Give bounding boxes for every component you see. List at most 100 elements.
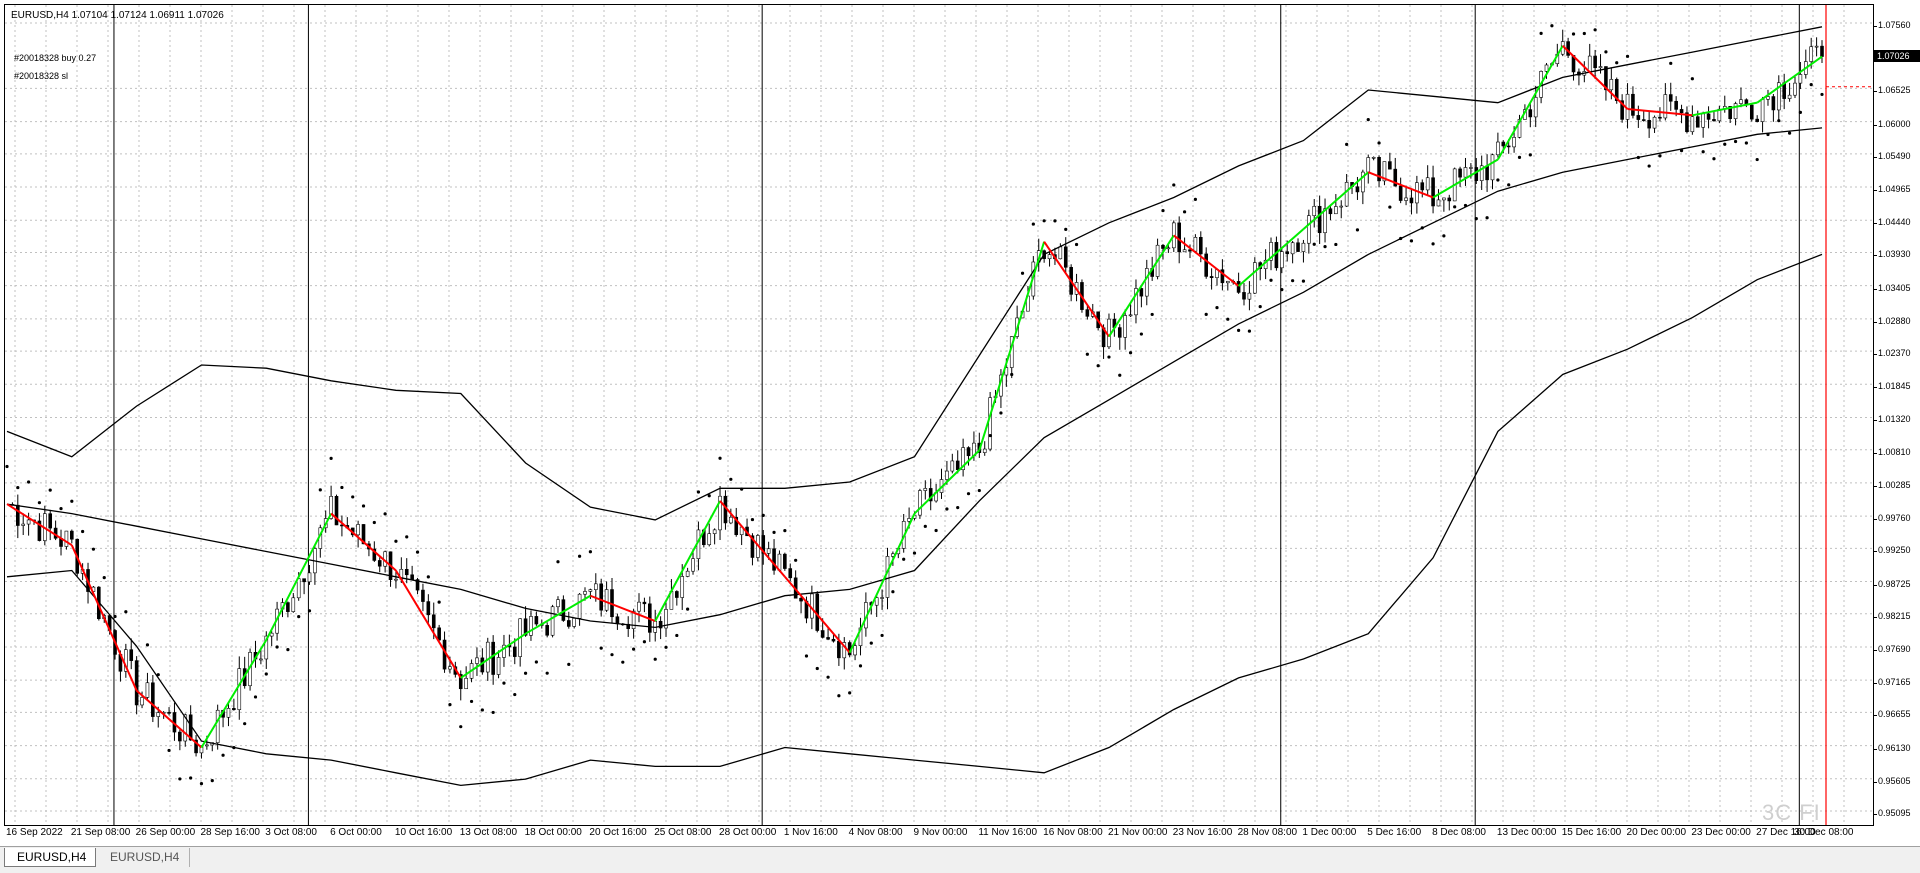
time-tick-label: 1 Dec 00:00 [1302, 827, 1356, 838]
parabolic-sar-dot [772, 531, 775, 534]
parabolic-sar-dot [697, 490, 700, 493]
candle-body [1178, 223, 1181, 252]
parabolic-sar-dot [265, 672, 268, 675]
parabolic-sar-dot [664, 646, 667, 649]
parabolic-sar-dot [513, 693, 516, 696]
candle-body [1059, 247, 1062, 259]
candle-body [303, 579, 306, 582]
parabolic-sar-dot [783, 529, 786, 532]
parabolic-sar-dot [5, 465, 8, 468]
parabolic-sar-dot [275, 645, 278, 648]
candle-body [405, 569, 408, 574]
parabolic-sar-dot [351, 495, 354, 498]
parabolic-sar-dot [1637, 156, 1640, 159]
price-tick-label: 1.00285 [1878, 480, 1911, 490]
parabolic-sar-dot [1431, 242, 1434, 245]
price-tick-mark [1874, 617, 1877, 618]
candle-body [292, 598, 295, 612]
parabolic-sar-dot [362, 504, 365, 507]
candle-body [1064, 247, 1067, 267]
zigzag-segment [1109, 235, 1174, 336]
tab-eurusd-h4-active[interactable]: EURUSD,H4 [4, 848, 96, 867]
candle-body [827, 637, 830, 639]
candle-body [1696, 117, 1699, 128]
parabolic-sar-dot [1053, 219, 1056, 222]
candle-body [605, 590, 608, 611]
parabolic-sar-dot [956, 506, 959, 509]
price-tick-mark [1874, 519, 1877, 520]
price-tick-label: 1.06525 [1878, 85, 1911, 95]
parabolic-sar-dot [654, 658, 657, 661]
price-scale[interactable]: 1.075601.065251.060001.054901.049651.044… [1874, 4, 1920, 826]
time-tick-label: 18 Oct 00:00 [525, 827, 582, 838]
parabolic-sar-dot [1280, 288, 1283, 291]
candle-body [1534, 97, 1537, 117]
price-tick-label: 1.05490 [1878, 151, 1911, 161]
time-tick-label: 5 Dec 16:00 [1367, 827, 1421, 838]
parabolic-sar-dot [567, 663, 570, 666]
candle-body [1610, 79, 1613, 89]
parabolic-sar-dot [59, 507, 62, 510]
candle-body [1642, 120, 1645, 121]
candle-body [713, 530, 716, 534]
candle-body [1432, 178, 1435, 206]
parabolic-sar-dot [1572, 32, 1575, 35]
candle-body [1658, 117, 1661, 118]
time-tick-label: 13 Dec 00:00 [1497, 827, 1557, 838]
parabolic-sar-dot [1345, 143, 1348, 146]
time-scale[interactable]: 16 Sep 202221 Sep 08:0026 Sep 00:0028 Se… [4, 826, 1874, 846]
price-tick-mark [1874, 585, 1877, 586]
parabolic-sar-dot [330, 457, 333, 460]
candle-body [1210, 276, 1213, 277]
parabolic-sar-dot [1237, 329, 1240, 332]
price-chart[interactable] [5, 5, 1873, 825]
parabolic-sar-dot [459, 725, 462, 728]
candle-body [1356, 187, 1359, 192]
candle-body [1821, 46, 1824, 56]
parabolic-sar-dot [1421, 226, 1424, 229]
candle-body [1815, 46, 1818, 47]
candle-body [821, 631, 824, 638]
candle-body [1513, 137, 1516, 147]
candle-body [573, 618, 576, 626]
zigzag-segment [979, 242, 1044, 451]
parabolic-sar-dot [243, 722, 246, 725]
zigzag-segment [655, 501, 720, 621]
tab-eurusd-h4[interactable]: EURUSD,H4 [98, 848, 190, 867]
parabolic-sar-dot [1442, 234, 1445, 237]
price-tick-mark [1874, 157, 1877, 158]
time-tick-label: 16 Nov 08:00 [1043, 827, 1103, 838]
candle-body [1086, 310, 1089, 317]
candle-body [1297, 243, 1300, 252]
candle-body [65, 531, 68, 546]
time-tick-label: 1 Nov 16:00 [784, 827, 838, 838]
candle-body [546, 625, 549, 635]
parabolic-sar-dot [1626, 55, 1629, 58]
parabolic-sar-dot [924, 525, 927, 528]
parabolic-sar-dot [405, 535, 408, 538]
parabolic-sar-dot [1669, 62, 1672, 65]
zigzag-segment [915, 450, 980, 513]
parabolic-sar-dot [978, 489, 981, 492]
time-tick-label: 10 Oct 16:00 [395, 827, 452, 838]
parabolic-sar-dot [1453, 205, 1456, 208]
parabolic-sar-dot [1205, 313, 1208, 316]
parabolic-sar-dot [49, 489, 52, 492]
parabolic-sar-dot [1226, 318, 1229, 321]
candle-body [1486, 166, 1489, 180]
time-tick-label: 28 Sep 16:00 [200, 827, 260, 838]
candle-body [616, 617, 619, 624]
price-tick-mark [1874, 782, 1877, 783]
time-tick-label: 4 Nov 08:00 [849, 827, 903, 838]
candle-body [767, 549, 770, 554]
candle-body [1502, 142, 1505, 146]
candle-body [638, 602, 641, 611]
price-tick-label: 0.98725 [1878, 579, 1911, 589]
price-tick-mark [1874, 190, 1877, 191]
chart-area[interactable]: EURUSD,H4 1.07104 1.07124 1.06911 1.0702… [4, 4, 1874, 826]
candle-body [1426, 178, 1429, 190]
parabolic-sar-dot [103, 576, 106, 579]
parabolic-sar-dot [578, 555, 581, 558]
candle-body [1588, 56, 1591, 71]
candle-body [1405, 198, 1408, 201]
